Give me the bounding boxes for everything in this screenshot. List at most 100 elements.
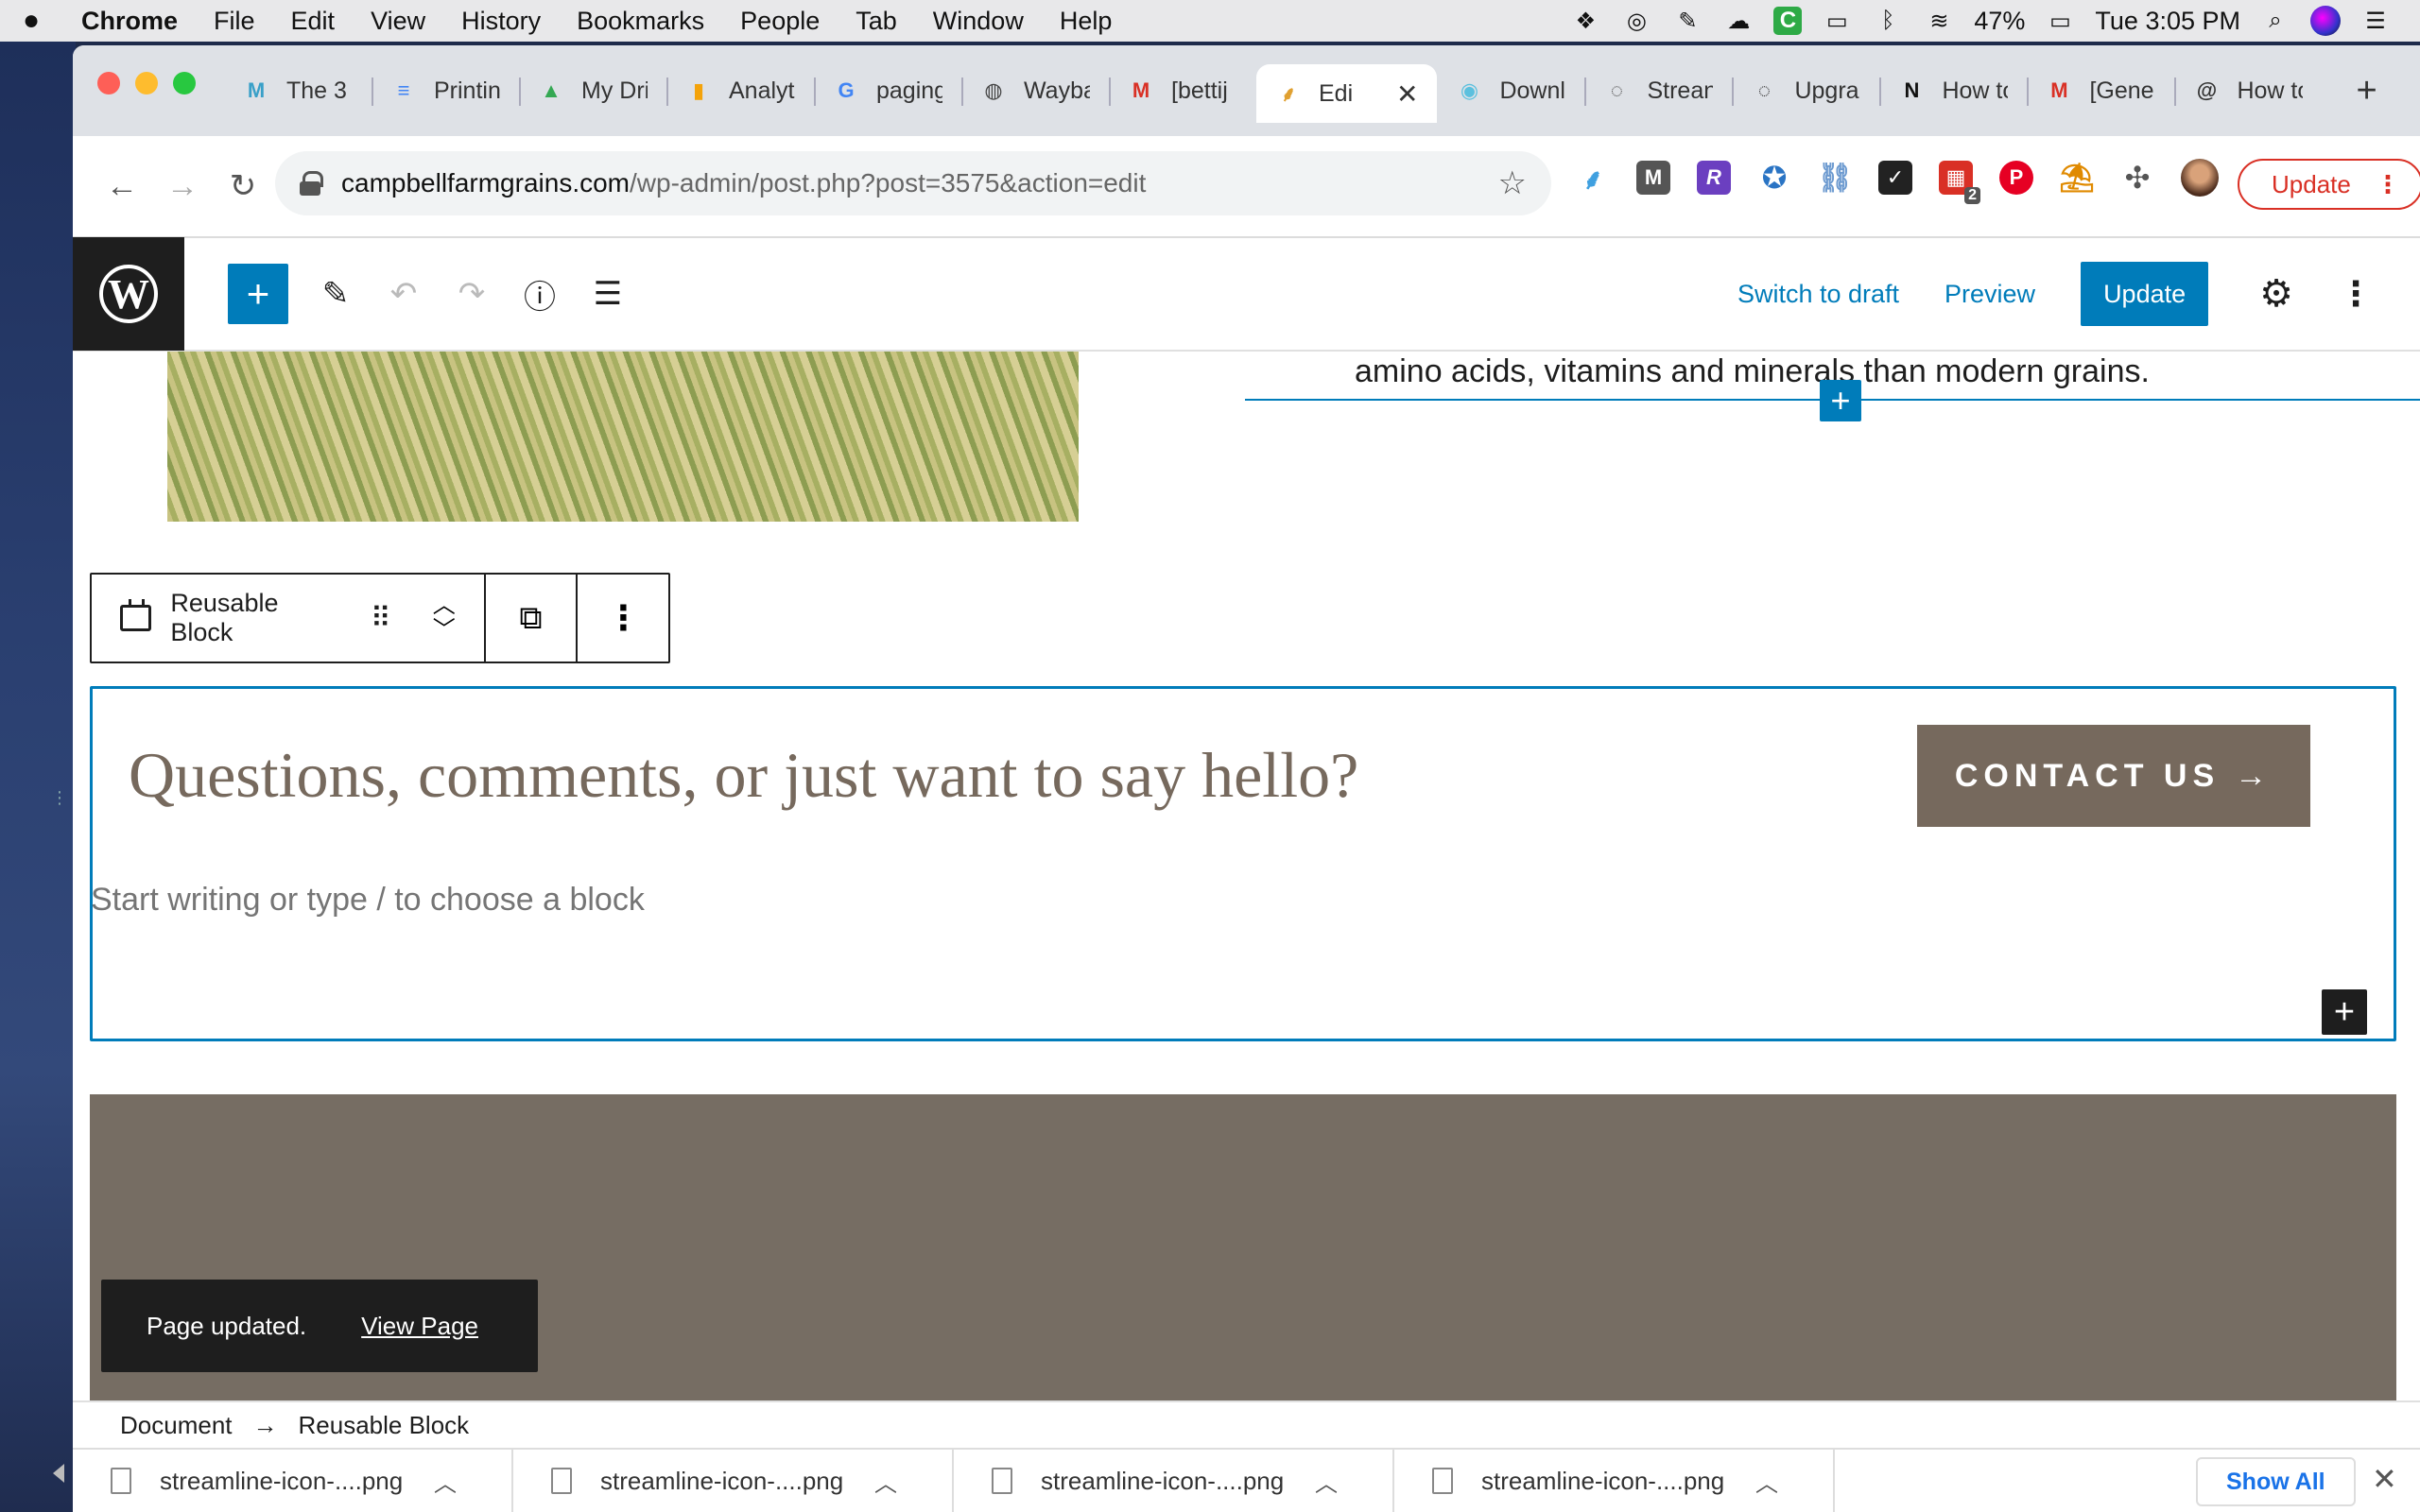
block-inserter-button[interactable]: + [228, 264, 288, 324]
browser-tab[interactable]: N How to [1879, 64, 2027, 117]
browser-tab[interactable]: ◉ Downl [1437, 64, 1584, 117]
creative-cloud-icon[interactable]: ◎ [1620, 7, 1652, 35]
airplay-icon[interactable]: ▭ [1821, 7, 1853, 35]
settings-gear-icon[interactable]: ⚙ [2259, 272, 2293, 316]
switch-to-draft-button[interactable]: Switch to draft [1737, 280, 1899, 309]
browser-tab[interactable]: ◍ Wayba [961, 64, 1109, 117]
extension-link-icon[interactable]: ⛓ [1817, 161, 1853, 195]
extension-m-icon[interactable]: M [1636, 161, 1670, 195]
extension-calendar-icon[interactable]: ▦ 2 [1939, 161, 1980, 204]
drag-handle-icon[interactable]: ⠿ [371, 602, 391, 635]
edit-tools-pencil-icon[interactable]: ✎ [302, 275, 370, 313]
chevron-up-icon[interactable]: ︿ [874, 1465, 897, 1498]
contact-heading[interactable]: Questions, comments, or just want to say… [129, 738, 1358, 813]
battery-icon[interactable]: ▭ [2044, 7, 2076, 35]
menu-file[interactable]: File [196, 7, 273, 36]
breadcrumb-current[interactable]: Reusable Block [299, 1411, 470, 1440]
download-item[interactable]: streamline-icon-....png ︿ [954, 1449, 1394, 1512]
browser-tab[interactable]: ⸙ Edi ✕ [1256, 64, 1438, 123]
back-arrow-icon[interactable]: ← [92, 168, 152, 205]
browser-tab[interactable]: Gpaging [814, 64, 961, 117]
browser-tab[interactable]: ▲ My Dri [519, 64, 666, 117]
redo-icon[interactable]: ↷ [438, 275, 506, 313]
download-item[interactable]: streamline-icon-....png ︿ [513, 1449, 954, 1512]
reload-icon[interactable]: ↻ [213, 167, 273, 205]
reusable-block[interactable]: Questions, comments, or just want to say… [90, 686, 2396, 1041]
block-switcher[interactable]: Reusable Block ⠿ ︿ ﹀ [92, 575, 486, 662]
close-tab-icon[interactable]: ✕ [1396, 78, 1418, 110]
chevron-up-icon[interactable]: ︿ [434, 1465, 457, 1498]
forward-arrow-icon[interactable]: → [152, 168, 213, 205]
menu-edit[interactable]: Edit [273, 7, 354, 36]
extension-feather-icon[interactable]: ⸙ [1576, 161, 1610, 196]
menu-app-name[interactable]: Chrome [53, 7, 196, 36]
menu-help[interactable]: Help [1042, 7, 1131, 36]
zoom-window-button[interactable] [173, 72, 196, 94]
block-options-icon[interactable]: ⋮ [578, 575, 668, 662]
wheat-field-image[interactable] [167, 352, 1079, 522]
browser-tab[interactable]: @ How to [2174, 64, 2322, 117]
between-blocks-inserter-button[interactable]: + [1820, 380, 1861, 421]
menu-window[interactable]: Window [915, 7, 1042, 36]
clock[interactable]: Tue 3:05 PM [2095, 7, 2240, 36]
browser-tab[interactable]: M [bettij [1109, 64, 1256, 117]
browser-tab[interactable]: M [Gene [2027, 64, 2174, 117]
menu-history[interactable]: History [443, 7, 559, 36]
chrome-menu-icon[interactable]: ⋮ [2376, 170, 2400, 199]
breadcrumb-document[interactable]: Document [120, 1411, 233, 1440]
extensions-puzzle-icon[interactable]: ✣ [2120, 161, 2154, 195]
window-resize-handle[interactable]: ⋮ [51, 788, 68, 811]
extension-checkbox-icon[interactable]: ✓ [1878, 161, 1912, 195]
move-down-chevron-icon[interactable]: ﹀ [433, 618, 456, 643]
menu-tab[interactable]: Tab [838, 7, 915, 36]
menu-bookmarks[interactable]: Bookmarks [559, 7, 722, 36]
move-up-chevron-icon[interactable]: ︿ [433, 593, 456, 618]
extension-palm-icon[interactable]: ⛱ [2059, 161, 2095, 195]
menu-view[interactable]: View [353, 7, 443, 36]
empty-block-placeholder[interactable]: Start writing or type / to choose a bloc… [91, 882, 645, 919]
new-tab-button[interactable]: + [2356, 71, 2377, 112]
close-downloads-icon[interactable]: ✕ [2372, 1461, 2397, 1497]
contact-us-button[interactable]: CONTACT US → [1917, 725, 2310, 827]
app-c-icon[interactable]: C [1773, 7, 1803, 35]
lock-icon[interactable] [300, 171, 323, 196]
browser-tab[interactable]: M The 3 [224, 64, 372, 117]
add-block-button[interactable]: + [2322, 989, 2367, 1035]
profile-avatar[interactable] [2181, 159, 2219, 197]
browser-tab[interactable]: ◌ Strean [1584, 64, 1732, 117]
preview-button[interactable]: Preview [1945, 280, 2035, 309]
paragraph-amino-acids[interactable]: amino acids, vitamins and minerals than … [1355, 353, 2150, 390]
close-window-button[interactable] [97, 72, 120, 94]
pinterest-icon[interactable]: P [1999, 161, 2033, 195]
evernote-icon[interactable]: ✎ [1671, 7, 1703, 35]
list-view-icon[interactable]: ☰ [574, 275, 642, 313]
details-info-icon[interactable]: ⓘ [506, 271, 574, 318]
wifi-icon[interactable]: ≋ [1923, 7, 1955, 35]
view-page-link[interactable]: View Page [361, 1312, 478, 1341]
bookmark-star-icon[interactable]: ☆ [1498, 164, 1527, 202]
spotlight-search-icon[interactable]: ⌕ [2259, 7, 2291, 35]
wordpress-logo[interactable]: W [73, 237, 184, 351]
cloud-upload-icon[interactable]: ☁ [1722, 7, 1754, 35]
apple-menu-icon[interactable]: ● [0, 5, 53, 37]
download-item[interactable]: streamline-icon-....png ︿ [1394, 1449, 1835, 1512]
siri-icon[interactable] [2310, 6, 2341, 36]
duplicate-block-icon[interactable]: ⧉ [486, 575, 579, 662]
notification-center-icon[interactable]: ☰ [2360, 7, 2392, 35]
minimize-window-button[interactable] [135, 72, 158, 94]
extension-target-icon[interactable]: ✪ [1757, 161, 1791, 195]
update-button[interactable]: Update [2081, 262, 2209, 326]
browser-tab[interactable]: ◌ Upgra [1732, 64, 1879, 117]
download-item[interactable]: streamline-icon-....png ︿ [73, 1449, 513, 1512]
bluetooth-icon[interactable]: ᛒ [1872, 7, 1904, 35]
browser-tab[interactable]: ≡ Printin [372, 64, 519, 117]
extension-r-icon[interactable]: R [1697, 161, 1731, 195]
menu-people[interactable]: People [722, 7, 838, 36]
browser-tab[interactable]: ▮ Analyt [666, 64, 814, 117]
undo-icon[interactable]: ↶ [370, 275, 438, 313]
dropbox-icon[interactable]: ❖ [1569, 7, 1601, 35]
address-bar[interactable]: campbellfarmgrains.com/wp-admin/post.php… [275, 151, 1551, 215]
chevron-up-icon[interactable]: ︿ [1755, 1465, 1778, 1498]
chrome-update-button[interactable]: Update ⋮ [2238, 159, 2420, 210]
show-all-downloads-button[interactable]: Show All [2196, 1457, 2356, 1506]
